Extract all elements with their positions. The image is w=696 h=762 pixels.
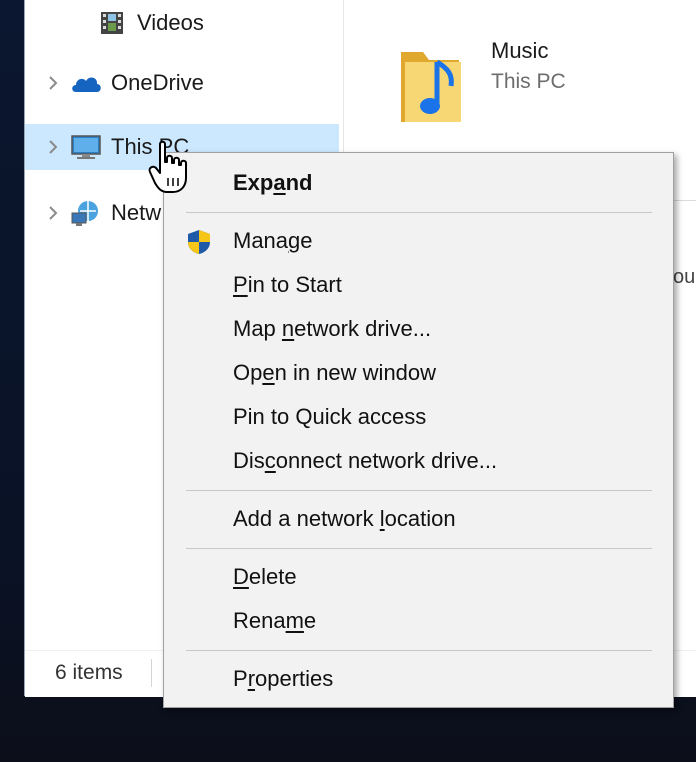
menu-accelerator-key: g (288, 228, 301, 253)
expand-chevron-icon[interactable] (43, 75, 63, 91)
network-icon (69, 199, 103, 227)
menu-label-part: in to Start (247, 272, 342, 297)
menu-separator (186, 212, 652, 213)
menu-label-part: Pin to Quick access (233, 404, 427, 429)
hand-pointer-cursor-icon (148, 140, 187, 193)
menu-label-part: Exp (233, 170, 274, 195)
menu-label-part: etwork drive... (294, 316, 432, 341)
music-folder-tile[interactable]: Music This PC (397, 30, 696, 140)
expand-chevron-icon[interactable] (43, 205, 63, 221)
menu-separator (186, 548, 652, 549)
menu-label-part: Dis (233, 448, 265, 473)
item-count: 6 items (55, 661, 123, 684)
menu-label-part: e (303, 608, 317, 633)
nav-item-videos[interactable]: Videos (25, 0, 339, 46)
menu-accelerator-key: P (233, 272, 248, 297)
menu-item-open-new-window[interactable]: Open in new window (164, 353, 673, 393)
menu-separator (186, 650, 652, 651)
menu-label-part: operties (255, 666, 334, 691)
menu-label-part: P (233, 666, 248, 691)
onedrive-cloud-icon (69, 69, 103, 97)
menu-item-expand[interactable]: Expand (164, 163, 673, 203)
expand-chevron-icon[interactable] (43, 139, 63, 155)
menu-label-part: Map (233, 316, 282, 341)
menu-label-part: Add a network (233, 506, 380, 531)
menu-label-part: Rena (233, 608, 286, 633)
status-separator (151, 659, 152, 687)
menu-item-pin-to-start[interactable]: Pin to Start (164, 265, 673, 305)
menu-item-disconnect-network-drive[interactable]: Disconnect network drive... (164, 441, 673, 481)
nav-item-label: Videos (137, 10, 204, 35)
monitor-icon (69, 133, 103, 161)
context-menu: Expand Manage Pin to Start Map network d… (163, 152, 674, 708)
menu-accelerator-key: c (264, 448, 276, 473)
menu-label-part: nd (285, 170, 313, 195)
menu-item-pin-quick-access[interactable]: Pin to Quick access (164, 397, 673, 437)
menu-separator (186, 490, 652, 491)
menu-item-add-network-location[interactable]: Add a network location (164, 499, 673, 539)
menu-label-part: ocation (384, 506, 456, 531)
menu-item-delete[interactable]: Delete (164, 557, 673, 597)
menu-accelerator-key: D (233, 564, 249, 589)
music-folder-location: This PC (491, 70, 566, 93)
menu-item-rename[interactable]: Rename (164, 601, 673, 641)
partial-content-text: ou (673, 266, 696, 288)
menu-label-part: n in new window (274, 360, 437, 385)
menu-label-part: e (300, 228, 313, 253)
nav-item-onedrive[interactable]: OneDrive (25, 60, 339, 106)
menu-label-part: Mana (233, 228, 289, 253)
nav-item-label: OneDrive (111, 70, 204, 95)
menu-accelerator-key: m (285, 608, 304, 633)
menu-item-properties[interactable]: Properties (164, 659, 673, 699)
uac-shield-icon (188, 230, 210, 254)
music-folder-icon (401, 52, 461, 122)
menu-accelerator-key: a (273, 170, 286, 195)
menu-accelerator-key: n (281, 316, 295, 341)
menu-accelerator-key: r (247, 666, 256, 691)
menu-item-manage[interactable]: Manage (164, 221, 673, 261)
menu-accelerator-key: e (262, 360, 275, 385)
video-folder-icon (95, 9, 129, 37)
music-folder-name: Music (491, 38, 549, 63)
menu-label-part: Op (233, 360, 263, 385)
menu-item-map-network-drive[interactable]: Map network drive... (164, 309, 673, 349)
menu-label-part: onnect network drive... (275, 448, 498, 473)
nav-item-label: Netw (111, 200, 162, 225)
menu-label-part: elete (248, 564, 297, 589)
